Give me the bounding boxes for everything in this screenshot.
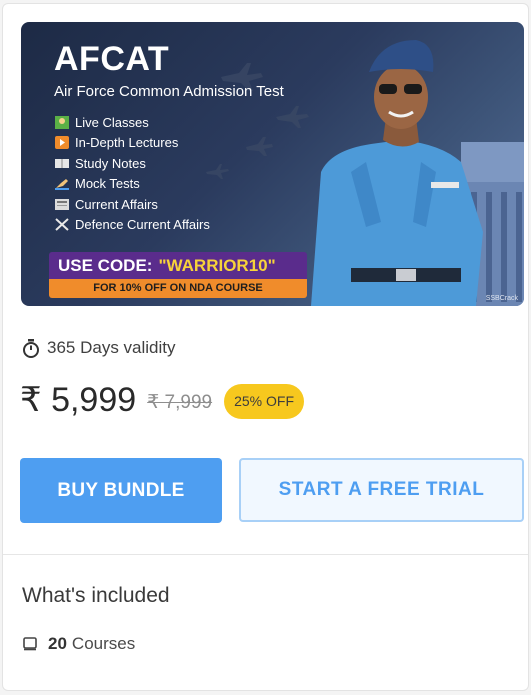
feature-item: Live Classes [54, 112, 210, 133]
feature-item: Defence Current Affairs [54, 215, 210, 236]
promo-banner: USE CODE: "WARRIOR10" FOR 10% OFF ON NDA… [49, 252, 307, 298]
play-icon [54, 136, 70, 150]
feature-label: Live Classes [75, 114, 149, 130]
promo-prefix: USE CODE: [58, 255, 153, 275]
newspaper-icon [54, 198, 70, 211]
discount-badge: 25% OFF [224, 383, 304, 419]
promo-code-row: USE CODE: "WARRIOR10" [49, 252, 307, 279]
price-row: ₹ 5,999 ₹ 7,999 25% OFF [20, 380, 304, 420]
banner-watermark: SSBCrack [485, 295, 518, 302]
validity-row: 365 Days validity [22, 338, 176, 358]
book-icon [54, 157, 70, 170]
crossed-swords-icon [54, 218, 70, 231]
banner-title: AFCAT [54, 40, 170, 78]
teacher-icon [54, 115, 70, 129]
feature-label: Mock Tests [75, 176, 140, 192]
feature-label: Current Affairs [75, 196, 158, 212]
feature-label: Defence Current Affairs [75, 217, 210, 233]
original-price: ₹ 7,999 [147, 391, 213, 413]
included-courses-row: 20 Courses [23, 634, 135, 654]
course-banner[interactable]: AFCAT Air Force Common Admission Test Li… [21, 22, 524, 306]
included-heading: What's included [22, 584, 170, 607]
course-unit: Courses [71, 634, 136, 653]
buy-bundle-button[interactable]: BUY BUNDLE [20, 458, 222, 523]
promo-code: "WARRIOR10" [158, 255, 276, 275]
feature-item: Mock Tests [54, 174, 210, 195]
feature-label: In-Depth Lectures [75, 135, 179, 151]
banner-subtitle: Air Force Common Admission Test [54, 83, 284, 100]
feature-item: In-Depth Lectures [54, 133, 210, 154]
validity-text: 365 Days validity [47, 338, 176, 357]
free-trial-button[interactable]: START A FREE TRIAL [239, 458, 524, 522]
section-divider [3, 554, 528, 555]
feature-item: Study Notes [54, 153, 210, 174]
course-count: 20 [48, 634, 67, 653]
feature-item: Current Affairs [54, 194, 210, 215]
current-price: ₹ 5,999 [20, 381, 137, 419]
writing-hand-icon [54, 177, 70, 191]
promo-subtext: FOR 10% OFF ON NDA COURSE [49, 279, 307, 298]
course-icon [23, 637, 37, 651]
feature-label: Study Notes [75, 155, 146, 171]
stopwatch-icon [23, 338, 39, 358]
feature-list: Live Classes In-Depth Lectures Study Not… [54, 112, 210, 235]
